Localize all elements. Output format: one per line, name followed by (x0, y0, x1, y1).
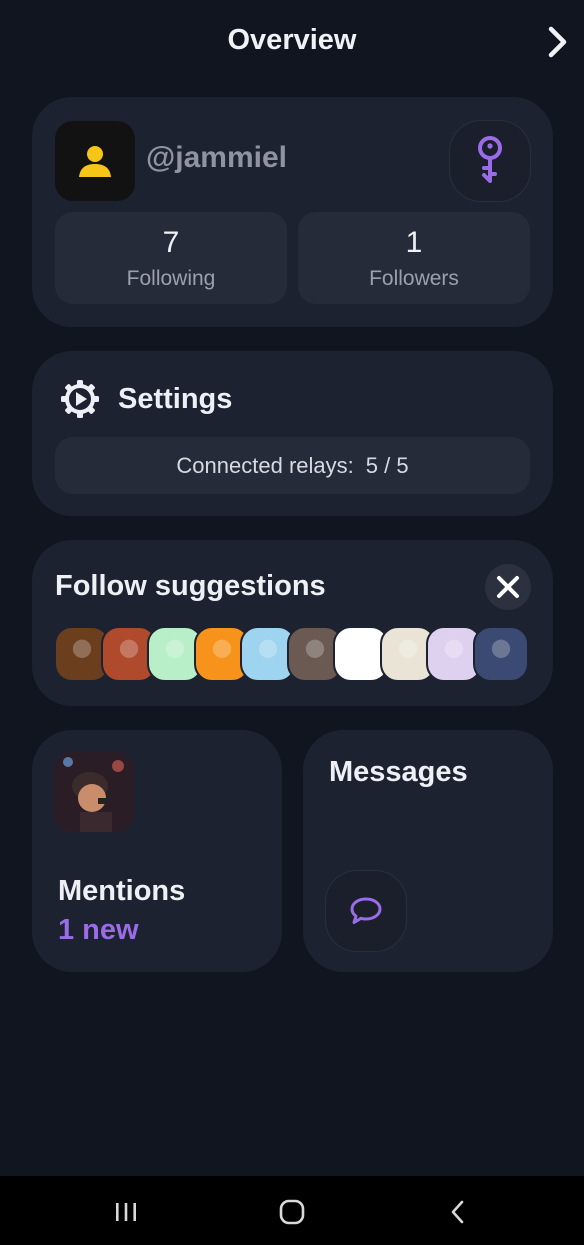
mentions-new-count: 1 new (58, 914, 139, 946)
chat-button[interactable] (325, 870, 407, 952)
system-navigation-bar (0, 1176, 584, 1245)
follow-suggestions-title: Follow suggestions (55, 570, 326, 602)
mentions-card[interactable]: Mentions 1 new (32, 730, 282, 972)
close-icon[interactable] (485, 564, 531, 610)
settings-title: Settings (118, 383, 233, 415)
suggestion-avatars (54, 626, 529, 684)
following-label: Following (126, 267, 216, 290)
followers-stat[interactable]: 1 Followers (298, 212, 530, 304)
key-icon (478, 136, 502, 183)
home-icon[interactable] (262, 1190, 322, 1234)
messages-card[interactable]: Messages (303, 730, 553, 972)
mention-avatar (54, 752, 134, 832)
header: Overview (0, 0, 584, 84)
followers-label: Followers (369, 267, 459, 290)
chat-bubble-icon (350, 897, 382, 924)
relays-status: Connected relays: 5 / 5 (55, 437, 530, 494)
follow-suggestions-card: Follow suggestions (32, 540, 553, 706)
gear-icon (60, 379, 100, 419)
avatar[interactable] (55, 121, 135, 201)
profile-handle[interactable]: @jammiel (146, 141, 287, 175)
key-button[interactable] (449, 120, 531, 202)
following-stat[interactable]: 7 Following (55, 212, 287, 304)
suggestion-avatar-10[interactable] (472, 626, 529, 682)
mentions-title: Mentions (58, 875, 186, 907)
relays-value: 5 / 5 (365, 452, 409, 478)
messages-title: Messages (329, 756, 468, 788)
recents-icon[interactable] (96, 1190, 156, 1234)
back-icon[interactable] (428, 1190, 488, 1234)
chevron-right-icon[interactable] (540, 22, 576, 62)
profile-card: @jammiel 7 Following 1 Followers (32, 97, 553, 327)
page-title: Overview (227, 24, 357, 56)
user-silhouette-icon (79, 146, 111, 177)
overview-screen: Overview @jammiel 7 Following 1 Follower… (0, 0, 584, 1245)
settings-card[interactable]: Settings Connected relays: 5 / 5 (32, 351, 553, 516)
relays-label: Connected relays: (176, 452, 354, 478)
following-count: 7 (162, 226, 180, 259)
followers-count: 1 (405, 226, 423, 259)
